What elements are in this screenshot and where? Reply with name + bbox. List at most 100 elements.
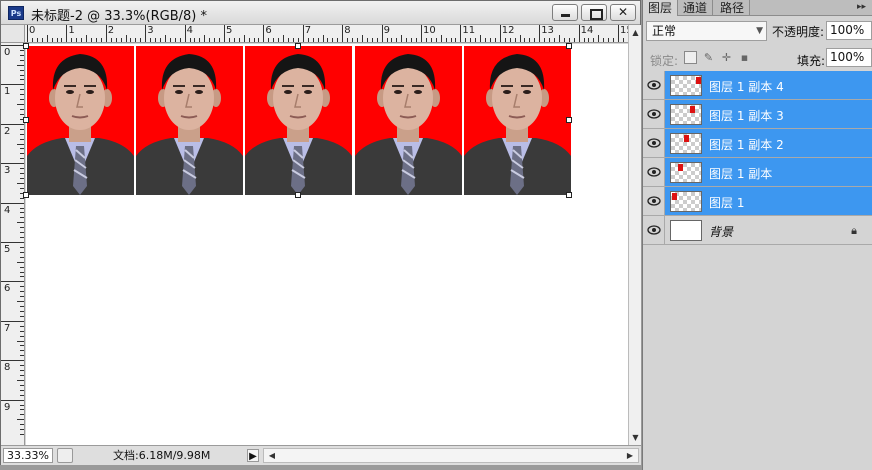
ruler-minor-tick: [391, 38, 393, 42]
transform-handle[interactable]: [295, 192, 301, 198]
eye-icon: [647, 196, 661, 206]
maximize-button[interactable]: [581, 4, 607, 21]
transform-handle[interactable]: [566, 43, 572, 49]
ruler-minor-tick: [20, 384, 24, 386]
ruler-label: 4: [4, 204, 11, 216]
ruler-label: 0: [29, 25, 36, 36]
tab-layers[interactable]: 图层: [643, 0, 679, 16]
ruler-tick: [381, 25, 383, 42]
ruler-tick: [1, 84, 24, 86]
ruler-minor-tick: [292, 38, 294, 42]
ruler-minor-tick: [17, 261, 24, 263]
transform-handle[interactable]: [23, 192, 29, 198]
transform-handle[interactable]: [566, 117, 572, 123]
status-icon[interactable]: [57, 448, 73, 463]
zoom-field[interactable]: 33.33%: [3, 448, 53, 463]
visibility-toggle[interactable]: [643, 216, 665, 244]
layer-thumbnail: [670, 162, 702, 183]
lock-transparency-icon[interactable]: [684, 51, 697, 64]
ruler-minor-tick: [445, 38, 447, 42]
ruler-label: 5: [4, 244, 11, 255]
ruler-label: 3: [147, 25, 154, 36]
scroll-up-icon[interactable]: ▲: [631, 28, 640, 37]
layer-thumbnail: [670, 133, 702, 154]
ruler-minor-tick: [20, 246, 24, 248]
horizontal-scrollbar[interactable]: ◀ ▶: [263, 448, 639, 463]
ruler-minor-tick: [20, 59, 24, 61]
status-menu-arrow-icon[interactable]: ▶: [247, 449, 259, 462]
ruler-minor-tick: [169, 38, 171, 42]
scroll-right-icon[interactable]: ▶: [624, 449, 636, 462]
document-titlebar[interactable]: Ps 未标题-2 @ 33.3%(RGB/8) * ✕: [1, 1, 640, 25]
visibility-toggle[interactable]: [643, 129, 665, 157]
ruler-minor-tick: [20, 276, 24, 278]
tab-channels[interactable]: 通道: [678, 0, 714, 16]
opacity-field[interactable]: 100%: [826, 21, 872, 40]
ruler-minor-tick: [20, 168, 24, 170]
visibility-toggle[interactable]: [643, 71, 665, 99]
ruler-minor-tick: [81, 38, 83, 42]
ruler-origin[interactable]: [1, 25, 25, 43]
ruler-minor-tick: [20, 429, 24, 431]
ruler-minor-tick: [283, 35, 285, 42]
ruler-label: 1: [4, 86, 11, 98]
ruler-minor-tick: [20, 173, 24, 175]
ruler-minor-tick: [529, 38, 531, 42]
ruler-minor-tick: [20, 54, 24, 56]
ruler-minor-tick: [411, 38, 413, 42]
panel-menu-icon[interactable]: ▸▸: [857, 2, 866, 12]
canvas[interactable]: [23, 43, 628, 445]
ruler-label: 2: [107, 25, 115, 36]
visibility-toggle[interactable]: [643, 100, 665, 128]
ruler-minor-tick: [20, 109, 24, 111]
ruler-minor-tick: [322, 35, 324, 42]
horizontal-ruler[interactable]: 0123456789101112131415: [25, 25, 628, 43]
ruler-tick: [578, 25, 580, 42]
eye-icon: [647, 80, 661, 90]
fill-field[interactable]: 100%: [826, 48, 872, 67]
ruler-minor-tick: [238, 38, 240, 42]
ruler-label: 9: [4, 401, 11, 413]
ruler-minor-tick: [253, 38, 255, 42]
scroll-left-icon[interactable]: ◀: [266, 449, 278, 462]
ruler-minor-tick: [209, 38, 211, 42]
visibility-toggle[interactable]: [643, 187, 665, 215]
lock-move-icon[interactable]: ✛: [720, 51, 733, 64]
ruler-tick: [224, 25, 225, 42]
ruler-minor-tick: [544, 38, 546, 42]
layer-row[interactable]: 图层 1 副本 3: [643, 100, 872, 129]
layer-row[interactable]: 图层 1 副本 2: [643, 129, 872, 158]
ruler-label: 9: [383, 25, 390, 36]
lock-brush-icon[interactable]: ✎: [702, 51, 715, 64]
blend-mode-select[interactable]: 正常 ▼: [646, 21, 767, 41]
layer-row-background[interactable]: 背景 🔒︎: [643, 216, 872, 245]
ruler-minor-tick: [76, 38, 78, 42]
scroll-down-icon[interactable]: ▼: [631, 433, 640, 442]
layer-row[interactable]: 图层 1: [643, 187, 872, 216]
ruler-tick: [27, 25, 28, 42]
transform-handle[interactable]: [23, 117, 29, 123]
visibility-toggle[interactable]: [643, 158, 665, 186]
lock-all-icon[interactable]: ▪: [738, 51, 751, 64]
ruler-minor-tick: [588, 38, 590, 42]
layer-row[interactable]: 图层 1 副本 4: [643, 71, 872, 100]
minimize-button[interactable]: [552, 4, 578, 21]
ruler-minor-tick: [17, 340, 24, 342]
ruler-minor-tick: [573, 38, 575, 42]
transform-handle[interactable]: [295, 43, 301, 49]
transform-handle[interactable]: [23, 43, 29, 49]
tab-paths[interactable]: 路径: [715, 0, 751, 16]
vertical-ruler[interactable]: 0 1 2 3 4 5 6 7 8 9: [1, 43, 25, 445]
ruler-tick: [618, 25, 619, 42]
ruler-minor-tick: [20, 207, 24, 209]
ruler-minor-tick: [430, 38, 432, 42]
vertical-scrollbar[interactable]: ▲ ▼: [628, 25, 641, 446]
close-button[interactable]: ✕: [610, 4, 636, 21]
ruler-minor-tick: [258, 38, 260, 42]
ruler-minor-tick: [159, 38, 161, 42]
ruler-minor-tick: [174, 38, 176, 42]
ruler-minor-tick: [130, 38, 132, 42]
ruler-minor-tick: [20, 133, 24, 135]
layer-row[interactable]: 图层 1 副本: [643, 158, 872, 187]
transform-handle[interactable]: [566, 192, 572, 198]
